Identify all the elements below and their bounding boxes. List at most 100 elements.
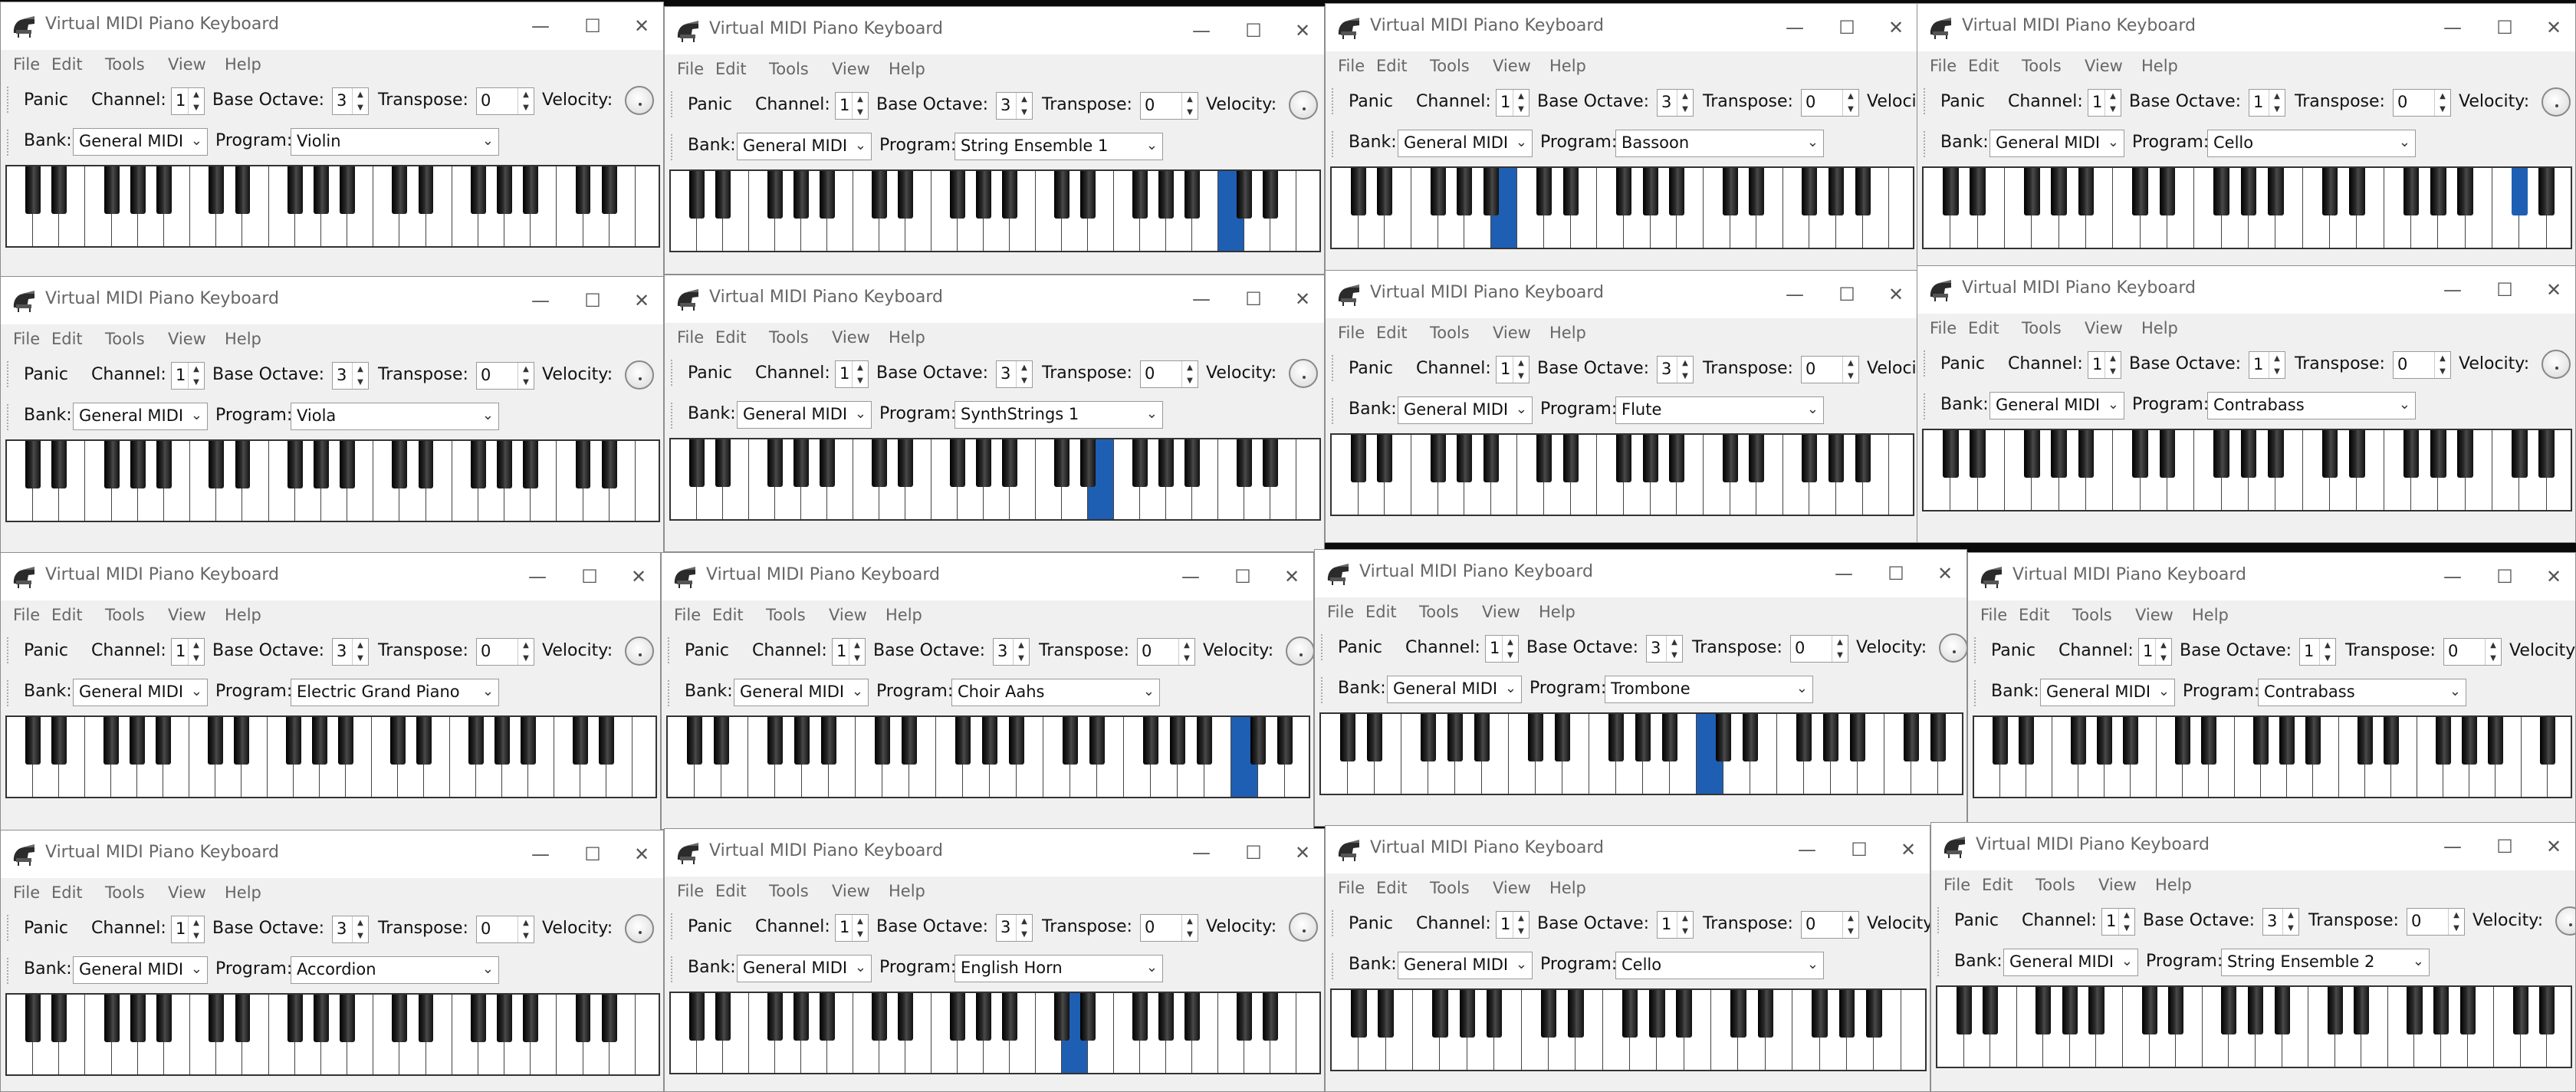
piano-black-key[interactable] — [1184, 171, 1200, 219]
menu-view[interactable]: View — [168, 606, 206, 624]
panic-button[interactable]: Panic — [682, 913, 738, 941]
piano-black-key[interactable] — [286, 717, 301, 765]
minimize-icon[interactable]: — — [1773, 10, 1816, 45]
spin-arrows-icon[interactable]: ▲ ▼ — [2269, 90, 2285, 116]
base-octave-spinbox[interactable]: 3 ▲ ▼ — [332, 362, 369, 390]
piano-black-key[interactable] — [2430, 168, 2446, 215]
program-combobox[interactable]: Cello ⌄ — [1615, 952, 1824, 979]
piano-black-key[interactable] — [312, 717, 327, 765]
velocity-knob-icon[interactable] — [625, 636, 654, 666]
menu-tools[interactable]: Tools — [1430, 879, 1470, 897]
panic-button[interactable]: Panic — [1342, 355, 1399, 383]
maximize-icon[interactable]: ☐ — [1825, 10, 1868, 45]
panic-button[interactable]: Panic — [1948, 907, 2005, 935]
transpose-spinbox[interactable]: 0 ▲ ▼ — [1801, 89, 1859, 117]
maximize-icon[interactable]: ☐ — [2483, 272, 2526, 308]
piano-black-key[interactable] — [1635, 714, 1651, 761]
menu-edit[interactable]: Edit — [712, 606, 744, 624]
piano-black-key[interactable] — [1527, 714, 1544, 761]
piano-black-key[interactable] — [497, 441, 512, 488]
piano-white-key[interactable] — [635, 166, 659, 246]
title-bar[interactable]: Virtual MIDI Piano Keyboard — ☐ ✕ — [662, 553, 1313, 600]
piano-black-key[interactable] — [1158, 439, 1174, 487]
toolbar-grip-handle[interactable] — [1332, 910, 1337, 936]
bank-combobox[interactable]: General MIDI ⌄ — [1398, 130, 1533, 157]
piano-black-key[interactable] — [470, 441, 486, 488]
title-bar[interactable]: Virtual MIDI Piano Keyboard — ☐ ✕ — [1, 553, 660, 600]
bank-combobox[interactable]: General MIDI ⌄ — [1398, 952, 1533, 979]
piano-black-key[interactable] — [874, 717, 891, 765]
piano-black-key[interactable] — [2268, 168, 2284, 215]
menu-help[interactable]: Help — [225, 55, 261, 74]
title-bar[interactable]: Virtual MIDI Piano Keyboard — ☐ ✕ — [1326, 826, 1930, 873]
piano-black-key[interactable] — [25, 166, 41, 214]
transpose-spinbox[interactable]: 0 ▲ ▼ — [2407, 908, 2465, 936]
piano-keyboard[interactable] — [1330, 166, 1914, 249]
menu-help[interactable]: Help — [1539, 603, 1576, 621]
toolbar-grip-handle[interactable] — [1321, 634, 1326, 660]
piano-black-key[interactable] — [1169, 717, 1186, 765]
piano-black-key[interactable] — [1943, 430, 1959, 478]
toolbar-grip-handle[interactable] — [1924, 131, 1929, 157]
piano-black-key[interactable] — [898, 171, 913, 219]
toolbar-grip-handle[interactable] — [1321, 677, 1326, 703]
menu-tools[interactable]: Tools — [105, 606, 145, 624]
menu-file[interactable]: File — [1327, 603, 1354, 621]
piano-black-key[interactable] — [51, 441, 67, 488]
menu-tools[interactable]: Tools — [2072, 606, 2112, 624]
minimize-icon[interactable]: — — [516, 559, 559, 594]
base-octave-spinbox[interactable]: 3 ▲ ▼ — [996, 92, 1033, 120]
menu-view[interactable]: View — [829, 606, 867, 624]
piano-black-key[interactable] — [2097, 717, 2112, 765]
bank-combobox[interactable]: General MIDI ⌄ — [73, 403, 208, 430]
piano-white-key[interactable] — [632, 717, 656, 797]
channel-spinbox[interactable]: 1 ▲ ▼ — [835, 360, 869, 388]
transpose-spinbox[interactable]: 0 ▲ ▼ — [1790, 635, 1848, 663]
menu-edit[interactable]: Edit — [1376, 57, 1408, 75]
menu-tools[interactable]: Tools — [1419, 603, 1459, 621]
transpose-spinbox[interactable]: 0 ▲ ▼ — [476, 87, 534, 115]
toolbar-grip-handle[interactable] — [7, 87, 12, 113]
bank-combobox[interactable]: General MIDI ⌄ — [737, 401, 872, 429]
piano-black-key[interactable] — [2358, 717, 2373, 765]
toolbar-grip-handle[interactable] — [7, 637, 12, 663]
piano-black-key[interactable] — [872, 439, 887, 487]
piano-black-key[interactable] — [340, 166, 355, 214]
piano-black-key[interactable] — [156, 166, 172, 214]
toolbar-grip-handle[interactable] — [671, 956, 676, 982]
bank-combobox[interactable]: General MIDI ⌄ — [737, 955, 872, 982]
piano-black-key[interactable] — [470, 166, 486, 214]
piano-black-key[interactable] — [1970, 168, 1986, 215]
piano-black-key[interactable] — [767, 171, 783, 219]
menu-edit[interactable]: Edit — [1365, 603, 1397, 621]
spin-arrows-icon[interactable]: ▲ ▼ — [188, 916, 204, 942]
piano-black-key[interactable] — [2213, 168, 2229, 215]
piano-black-key[interactable] — [1749, 435, 1765, 482]
program-combobox[interactable]: Trombone ⌄ — [1605, 676, 1813, 703]
menu-edit[interactable]: Edit — [1968, 57, 1999, 75]
piano-black-key[interactable] — [1642, 168, 1658, 215]
velocity-knob-icon[interactable] — [625, 914, 654, 943]
maximize-icon[interactable]: ☐ — [571, 283, 614, 318]
toolbar-grip-handle[interactable] — [1332, 953, 1337, 979]
panic-button[interactable]: Panic — [1342, 910, 1399, 938]
channel-spinbox[interactable]: 1 ▲ ▼ — [832, 638, 866, 666]
piano-black-key[interactable] — [601, 995, 617, 1042]
title-bar[interactable]: Virtual MIDI Piano Keyboard — ☐ ✕ — [665, 7, 1324, 54]
panic-button[interactable]: Panic — [682, 91, 738, 119]
piano-black-key[interactable] — [1062, 717, 1079, 765]
menu-edit[interactable]: Edit — [2019, 606, 2050, 624]
piano-black-key[interactable] — [2538, 430, 2555, 478]
piano-black-key[interactable] — [2168, 987, 2184, 1034]
piano-black-key[interactable] — [340, 995, 355, 1042]
piano-black-key[interactable] — [2488, 717, 2503, 765]
spin-arrows-icon[interactable]: ▲ ▼ — [1666, 636, 1682, 662]
piano-black-key[interactable] — [2403, 168, 2420, 215]
menu-file[interactable]: File — [13, 330, 40, 348]
close-icon[interactable]: ✕ — [2532, 559, 2575, 594]
piano-black-key[interactable] — [392, 995, 408, 1042]
spin-arrows-icon[interactable]: ▲ ▼ — [1677, 912, 1693, 938]
minimize-icon[interactable]: — — [519, 283, 562, 318]
menu-help[interactable]: Help — [1549, 879, 1586, 897]
toolbar-grip-handle[interactable] — [671, 134, 676, 160]
